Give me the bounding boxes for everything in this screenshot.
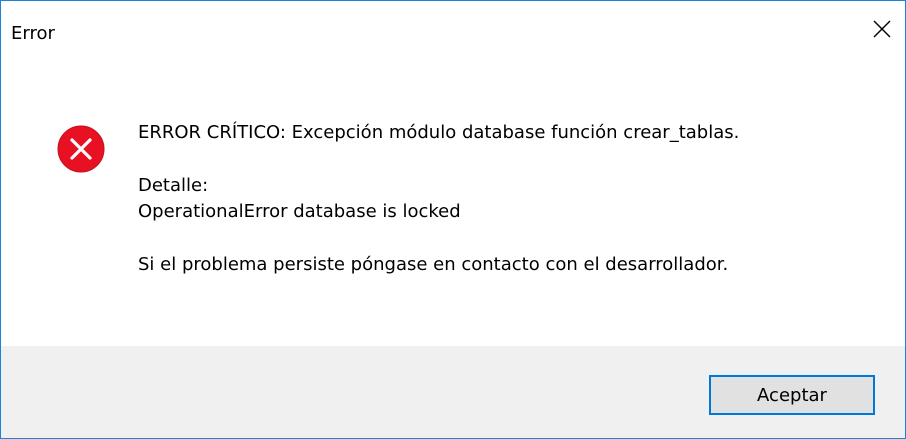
dialog-content: ERROR CRÍTICO: Excepción módulo database… xyxy=(1,61,905,346)
error-dialog: Error ERROR CRÍTICO: Excepción módulo da… xyxy=(0,0,906,439)
close-icon xyxy=(873,20,891,38)
detail-text: OperationalError database is locked xyxy=(138,201,461,222)
error-icon xyxy=(57,125,105,173)
close-button[interactable] xyxy=(859,9,905,49)
focus-rectangle xyxy=(713,379,871,411)
accept-button[interactable]: Aceptar xyxy=(709,375,875,415)
title-bar[interactable]: Error xyxy=(1,1,905,61)
error-headline: ERROR CRÍTICO: Excepción módulo database… xyxy=(138,122,740,143)
contact-text: Si el problema persiste póngase en conta… xyxy=(138,254,729,275)
detail-label: Detalle: xyxy=(138,175,209,196)
error-message: ERROR CRÍTICO: Excepción módulo database… xyxy=(138,120,878,278)
button-bar: Aceptar xyxy=(1,346,905,438)
window-title: Error xyxy=(11,23,55,44)
